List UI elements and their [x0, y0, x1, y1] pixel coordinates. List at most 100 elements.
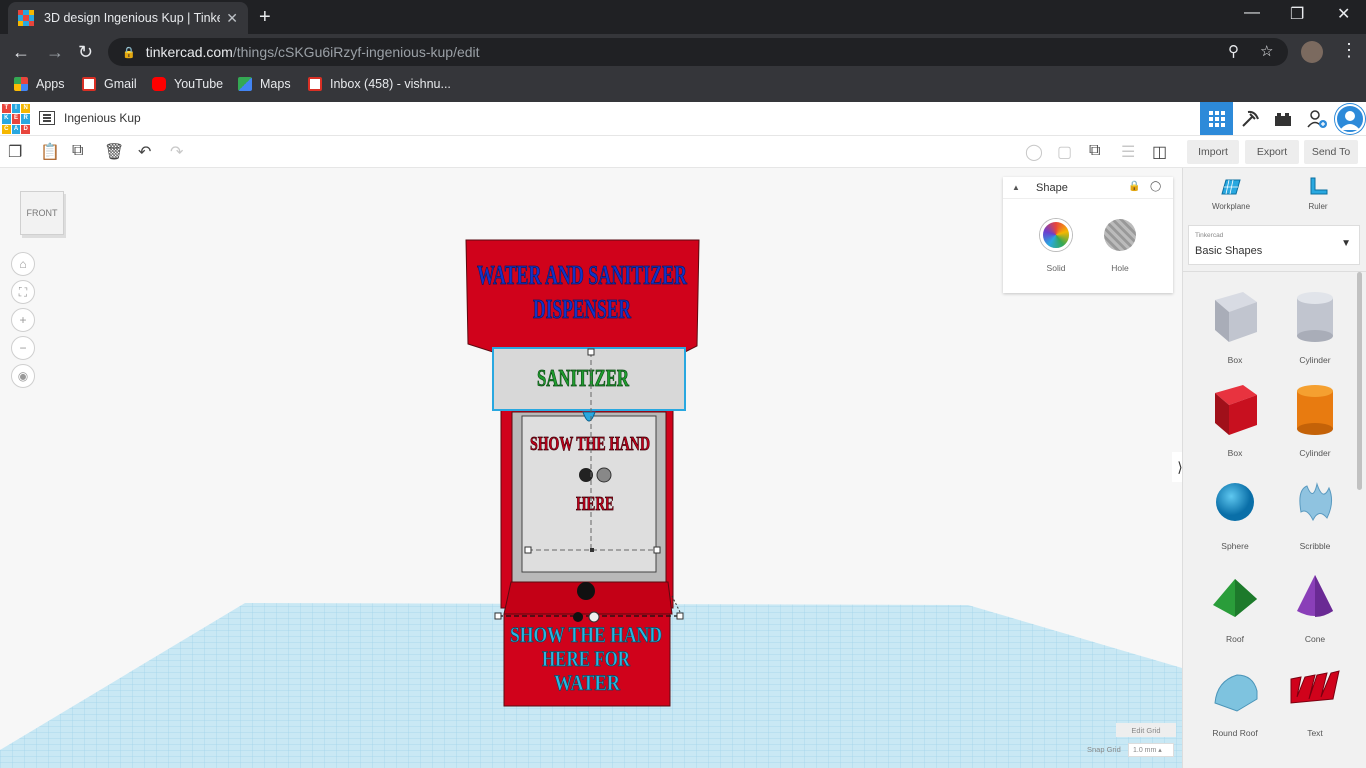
redo-icon[interactable]: ↷ [170, 142, 183, 162]
3d-view-button[interactable] [1200, 102, 1233, 135]
shape-text[interactable]: Text [1280, 659, 1350, 738]
shape-cylinder-orange[interactable]: Cylinder [1280, 379, 1350, 458]
zoom-out-icon[interactable]: − [11, 336, 35, 360]
edit-toolbar: ❐ 📋 ⧉ 🗑 ↶ ↷ ◯ ▢ ⧉ ☰ ◫ Import Export Send… [0, 136, 1366, 168]
minimize-icon[interactable]: — [1244, 4, 1260, 22]
workplane-icon [1221, 179, 1241, 195]
lock-icon[interactable]: 🔒 [1128, 181, 1140, 192]
group-icon[interactable]: ▢ [1057, 142, 1072, 162]
duplicate-icon[interactable]: ⧉ [72, 142, 83, 160]
scribble-icon [1299, 482, 1333, 522]
bookmark-gmail[interactable]: Gmail [82, 77, 137, 91]
zoom-in-icon[interactable]: + [11, 308, 35, 332]
shape-scribble[interactable]: Scribble [1280, 472, 1350, 551]
sensor-light [596, 467, 612, 483]
shape-box-gray[interactable]: Box [1200, 286, 1270, 365]
water-text-line2: HERE FOR [542, 646, 631, 671]
shape-round-roof[interactable]: Round Roof [1200, 659, 1270, 738]
url-path: /things/cSKGu6iRzyf-ingenious-kup/edit [232, 44, 480, 60]
chrome-menu-icon[interactable]: ⋮ [1340, 40, 1358, 61]
grid-icon [1208, 110, 1225, 127]
blocks-button[interactable] [1233, 102, 1266, 135]
copy-icon[interactable]: ❐ [8, 142, 22, 162]
browser-tab-bar: 3D design Ingenious Kup | Tinker ✕ + — ❐… [0, 0, 1366, 34]
sanitizer-text: SANITIZER [537, 366, 629, 392]
hole-label: Hole [1111, 263, 1129, 273]
lightbulb-icon[interactable]: ◯ [1025, 142, 1043, 162]
box-red-icon [1215, 385, 1257, 435]
design-list-icon[interactable] [39, 111, 55, 125]
home-view-icon[interactable]: ⌂ [11, 252, 35, 276]
user-avatar[interactable] [1335, 104, 1365, 134]
cone-icon [1297, 575, 1333, 617]
selection-handle[interactable] [587, 348, 595, 356]
water-nozzle [577, 582, 595, 600]
app-header: T I N K E R C A D Ingenious Kup [0, 102, 1366, 136]
bricks-button[interactable] [1266, 102, 1299, 135]
snap-grid-label: Snap Grid [1087, 745, 1121, 754]
pickaxe-icon [1241, 110, 1259, 127]
apps-grid-icon [14, 77, 28, 91]
youtube-icon [152, 77, 166, 91]
bookmark-apps[interactable]: Apps [14, 77, 65, 91]
selection-handle[interactable] [676, 612, 684, 620]
bookmark-inbox[interactable]: Inbox (458) - vishnu... [308, 77, 451, 91]
view-cube[interactable]: FRONT [20, 191, 64, 235]
project-name[interactable]: Ingenious Kup [64, 111, 141, 125]
address-bar-row: ← → ↻ 🔒 tinkercad.com/things/cSKGu6iRzyf… [0, 34, 1366, 70]
snap-grid-select[interactable]: 1.0 mm ▴ [1128, 743, 1174, 757]
restore-icon[interactable]: ❐ [1290, 4, 1304, 24]
bookmark-youtube[interactable]: YouTube [152, 77, 223, 91]
new-tab-button[interactable]: + [259, 6, 271, 29]
solid-swatch[interactable] [1040, 219, 1072, 251]
export-button[interactable]: Export [1245, 140, 1299, 164]
forward-icon[interactable]: → [46, 42, 64, 63]
shape-sphere[interactable]: Sphere [1200, 472, 1270, 551]
workplane-tool[interactable]: Workplane [1201, 176, 1261, 211]
panel-toggle-icon[interactable]: ⟩ [1172, 452, 1182, 482]
shape-box-red[interactable]: Box [1200, 379, 1270, 458]
bulb-icon[interactable]: ◯ [1150, 181, 1161, 192]
undo-icon[interactable]: ↶ [138, 142, 151, 162]
window-close-icon[interactable]: ✕ [1337, 4, 1350, 24]
panel-scrollbar[interactable] [1357, 272, 1362, 490]
send-to-button[interactable]: Send To [1304, 140, 1358, 164]
tab-title: 3D design Ingenious Kup | Tinker [44, 11, 221, 25]
browser-tab[interactable]: 3D design Ingenious Kup | Tinker ✕ [8, 2, 248, 34]
shape-cone[interactable]: Cone [1280, 565, 1350, 644]
chrome-profile-avatar[interactable] [1301, 41, 1323, 63]
zoom-icon[interactable]: ⚲ [1228, 42, 1239, 60]
water-text-line1: SHOW THE HAND [510, 622, 662, 647]
selection-handle[interactable] [524, 546, 532, 554]
selection-handle[interactable] [494, 612, 502, 620]
library-dropdown[interactable]: Tinkercad Basic Shapes ▼ [1188, 225, 1360, 265]
ruler-tool[interactable]: Ruler [1288, 176, 1348, 211]
url-field[interactable]: 🔒 tinkercad.com/things/cSKGu6iRzyf-ingen… [108, 38, 1288, 66]
collapse-icon[interactable]: ▲ [1012, 183, 1020, 192]
ungroup-icon[interactable]: ⧉ [1089, 142, 1100, 160]
selection-handle[interactable] [653, 546, 661, 554]
bookmark-maps[interactable]: Maps [238, 77, 291, 91]
shape-cylinder-gray[interactable]: Cylinder [1280, 286, 1350, 365]
back-icon[interactable]: ← [12, 42, 30, 63]
reload-icon[interactable]: ↻ [78, 42, 93, 63]
caret-down-icon: ▼ [1341, 238, 1351, 249]
add-user-button[interactable] [1300, 102, 1333, 135]
shape-inspector: ▲ Shape 🔒 ◯ Solid Hole [1003, 177, 1173, 293]
mirror-icon[interactable]: ◫ [1152, 142, 1167, 162]
star-icon[interactable]: ☆ [1260, 42, 1273, 60]
workspace-canvas[interactable]: WATER AND SANITIZER DISPENSER SANITIZER … [0, 168, 1182, 768]
hole-swatch[interactable] [1104, 219, 1136, 251]
sphere-icon [1216, 483, 1254, 521]
align-icon[interactable]: ☰ [1121, 142, 1135, 162]
shape-roof[interactable]: Roof [1200, 565, 1270, 644]
fit-view-icon[interactable]: ⛶ [11, 280, 35, 304]
import-button[interactable]: Import [1187, 140, 1239, 164]
paste-icon[interactable]: 📋 [40, 142, 60, 162]
edit-grid-button[interactable]: Edit Grid [1116, 723, 1176, 737]
perspective-icon[interactable]: ◉ [11, 364, 35, 388]
delete-icon[interactable]: 🗑 [104, 142, 124, 162]
shape-panel-header[interactable]: ▲ Shape 🔒 ◯ [1003, 177, 1173, 199]
tinkercad-logo[interactable]: T I N K E R C A D [2, 104, 30, 134]
tab-close-icon[interactable]: ✕ [226, 10, 238, 27]
